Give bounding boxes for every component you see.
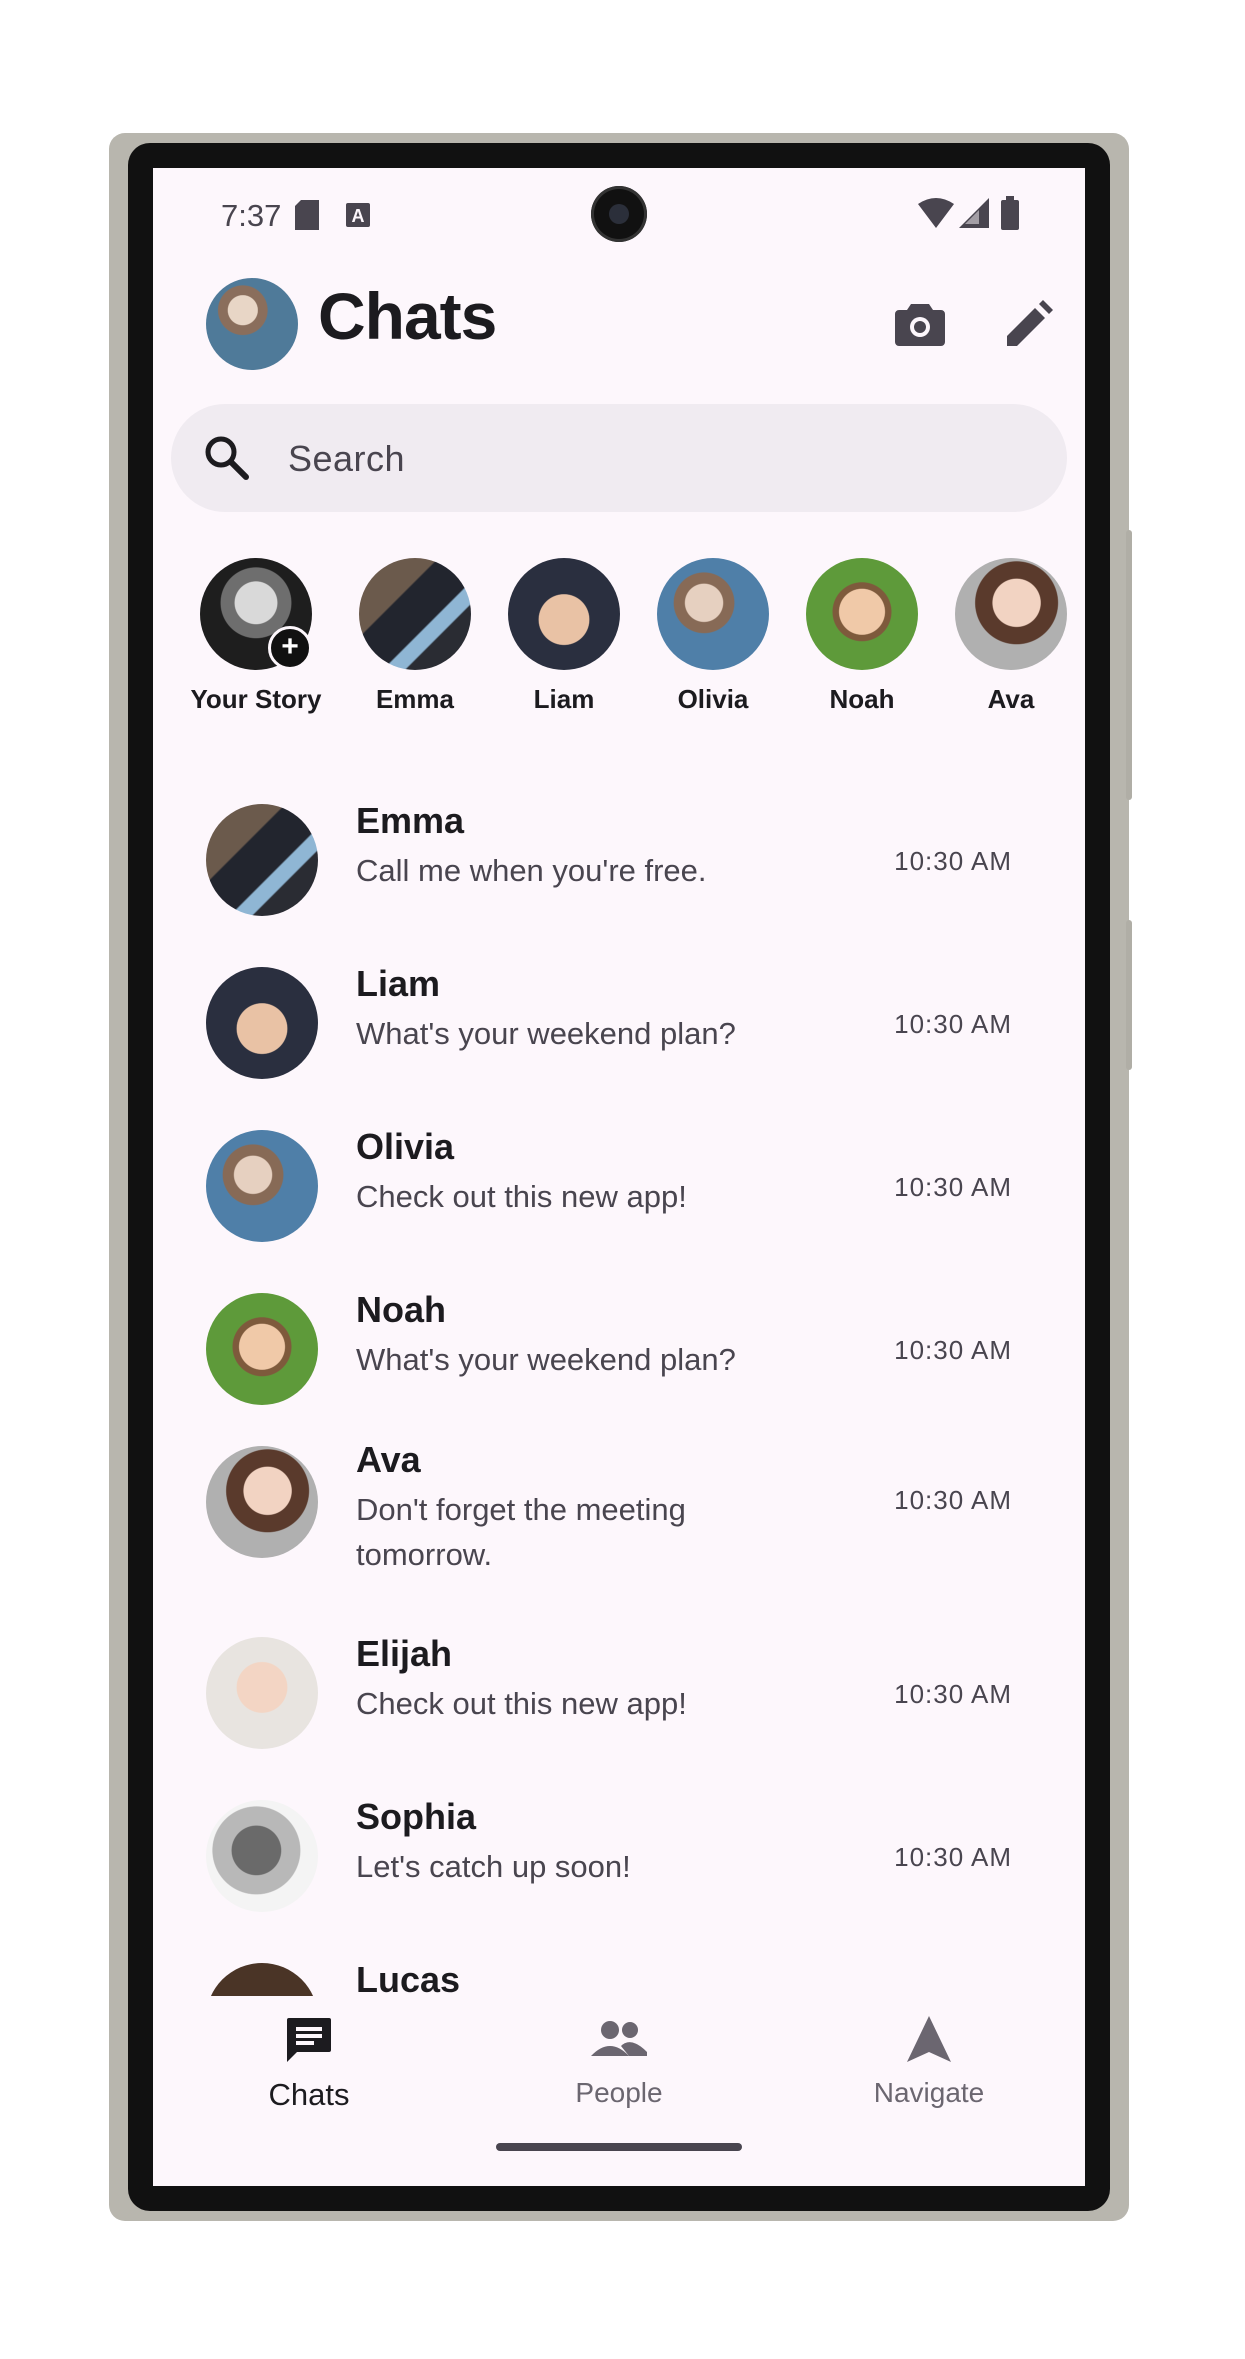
chat-name: Olivia [356, 1126, 455, 1167]
chat-name: Elijah [356, 1633, 453, 1674]
volume-button [1126, 920, 1132, 1070]
profile-avatar[interactable] [206, 278, 298, 370]
compose-button[interactable] [1000, 293, 1060, 353]
search-icon [205, 436, 249, 480]
chat-row-sophia[interactable]: Sophia Let's catch up soon! 10:30 AM [153, 1780, 1085, 1930]
page-title: Chats [318, 279, 497, 353]
story-olivia[interactable]: Olivia [643, 558, 783, 715]
camera-icon [895, 304, 945, 346]
chat-time: 10:30 AM [894, 1009, 1012, 1039]
home-indicator[interactable] [496, 2143, 742, 2151]
chat-message: Check out this new app! [356, 1179, 687, 1214]
keyboard-a-icon: A [346, 203, 370, 227]
story-emma[interactable]: Emma [345, 558, 485, 715]
search-bar[interactable]: Search [171, 404, 1067, 512]
phone-screen: 7:37 A Chats Search Your Story + Emma Li… [153, 168, 1085, 2186]
status-time: 7:37 [221, 198, 282, 233]
navigation-arrow-icon [907, 2016, 951, 2062]
bottom-navigation: Chats People Navigate [153, 1996, 1085, 2186]
sd-card-icon [295, 200, 319, 230]
chat-row-emma[interactable]: Emma Call me when you're free. 10:30 AM [153, 784, 1085, 934]
chat-name: Liam [356, 963, 441, 1004]
chat-message: Call me when you're free. [356, 853, 707, 888]
search-placeholder: Search [288, 438, 406, 479]
chat-avatar [206, 1130, 318, 1242]
chat-avatar [206, 1963, 318, 1996]
chat-time: 10:30 AM [894, 1335, 1012, 1365]
chat-row-ava[interactable]: Ava Don't forget the meeting tomorrow. 1… [153, 1423, 1085, 1613]
chat-row-elijah[interactable]: Elijah Check out this new app! 10:30 AM [153, 1617, 1085, 1767]
story-avatar [508, 558, 620, 670]
nav-chats[interactable]: Chats [209, 2016, 409, 2113]
chat-avatar [206, 967, 318, 1079]
chat-row-lucas[interactable]: Lucas [153, 1943, 1085, 1996]
story-name: Your Story [190, 684, 322, 714]
cellular-signal-icon [959, 198, 989, 228]
chat-message: Don't forget the meeting tomorrow. [356, 1492, 686, 1572]
chat-row-noah[interactable]: Noah What's your weekend plan? 10:30 AM [153, 1273, 1085, 1423]
nav-navigate[interactable]: Navigate [829, 2016, 1029, 2109]
nav-people-label: People [575, 2077, 663, 2108]
chat-row-olivia[interactable]: Olivia Check out this new app! 10:30 AM [153, 1110, 1085, 1260]
chat-avatar [206, 1637, 318, 1749]
chat-name: Ava [356, 1439, 421, 1480]
chat-avatar [206, 1800, 318, 1912]
chat-message: What's your weekend plan? [356, 1016, 736, 1051]
story-name: Olivia [677, 684, 749, 714]
story-name: Liam [533, 684, 595, 714]
add-story-icon[interactable]: + [268, 626, 312, 670]
pencil-icon [1007, 300, 1053, 346]
chat-avatar [206, 804, 318, 916]
chat-message: Let's catch up soon! [356, 1849, 631, 1884]
chat-time: 10:30 AM [894, 1679, 1012, 1709]
nav-navigate-label: Navigate [873, 2077, 985, 2108]
nav-chats-label: Chats [268, 2077, 350, 2112]
power-button [1126, 530, 1132, 800]
story-name: Emma [375, 684, 455, 714]
chat-row-liam[interactable]: Liam What's your weekend plan? 10:30 AM [153, 947, 1085, 1097]
chat-time: 10:30 AM [894, 1172, 1012, 1202]
story-liam[interactable]: Liam [494, 558, 634, 715]
chat-bubble-icon [287, 2018, 331, 2062]
chat-time: 10:30 AM [894, 1485, 1012, 1515]
nav-people[interactable]: People [519, 2016, 719, 2109]
story-avatar [955, 558, 1067, 670]
wifi-icon [918, 198, 954, 228]
chat-time: 10:30 AM [894, 846, 1012, 876]
chat-message: What's your weekend plan? [356, 1342, 736, 1377]
chat-name: Lucas [356, 1959, 461, 1996]
battery-icon [1001, 196, 1019, 230]
story-avatar [657, 558, 769, 670]
chat-avatar [206, 1446, 318, 1558]
story-avatar [359, 558, 471, 670]
people-icon [591, 2021, 647, 2056]
story-name: Noah [829, 684, 895, 714]
chat-time: 10:30 AM [894, 1842, 1012, 1872]
chat-name: Sophia [356, 1796, 477, 1837]
story-name: Ava [987, 684, 1035, 714]
chat-name: Emma [356, 800, 465, 841]
chat-message: Check out this new app! [356, 1686, 687, 1721]
chat-name: Noah [356, 1289, 446, 1330]
story-ava[interactable]: Ava [941, 558, 1081, 715]
front-camera [591, 186, 647, 242]
chat-avatar [206, 1293, 318, 1405]
story-noah[interactable]: Noah [792, 558, 932, 715]
svg-text:A: A [352, 206, 365, 226]
camera-button[interactable] [890, 293, 950, 353]
story-avatar [806, 558, 918, 670]
